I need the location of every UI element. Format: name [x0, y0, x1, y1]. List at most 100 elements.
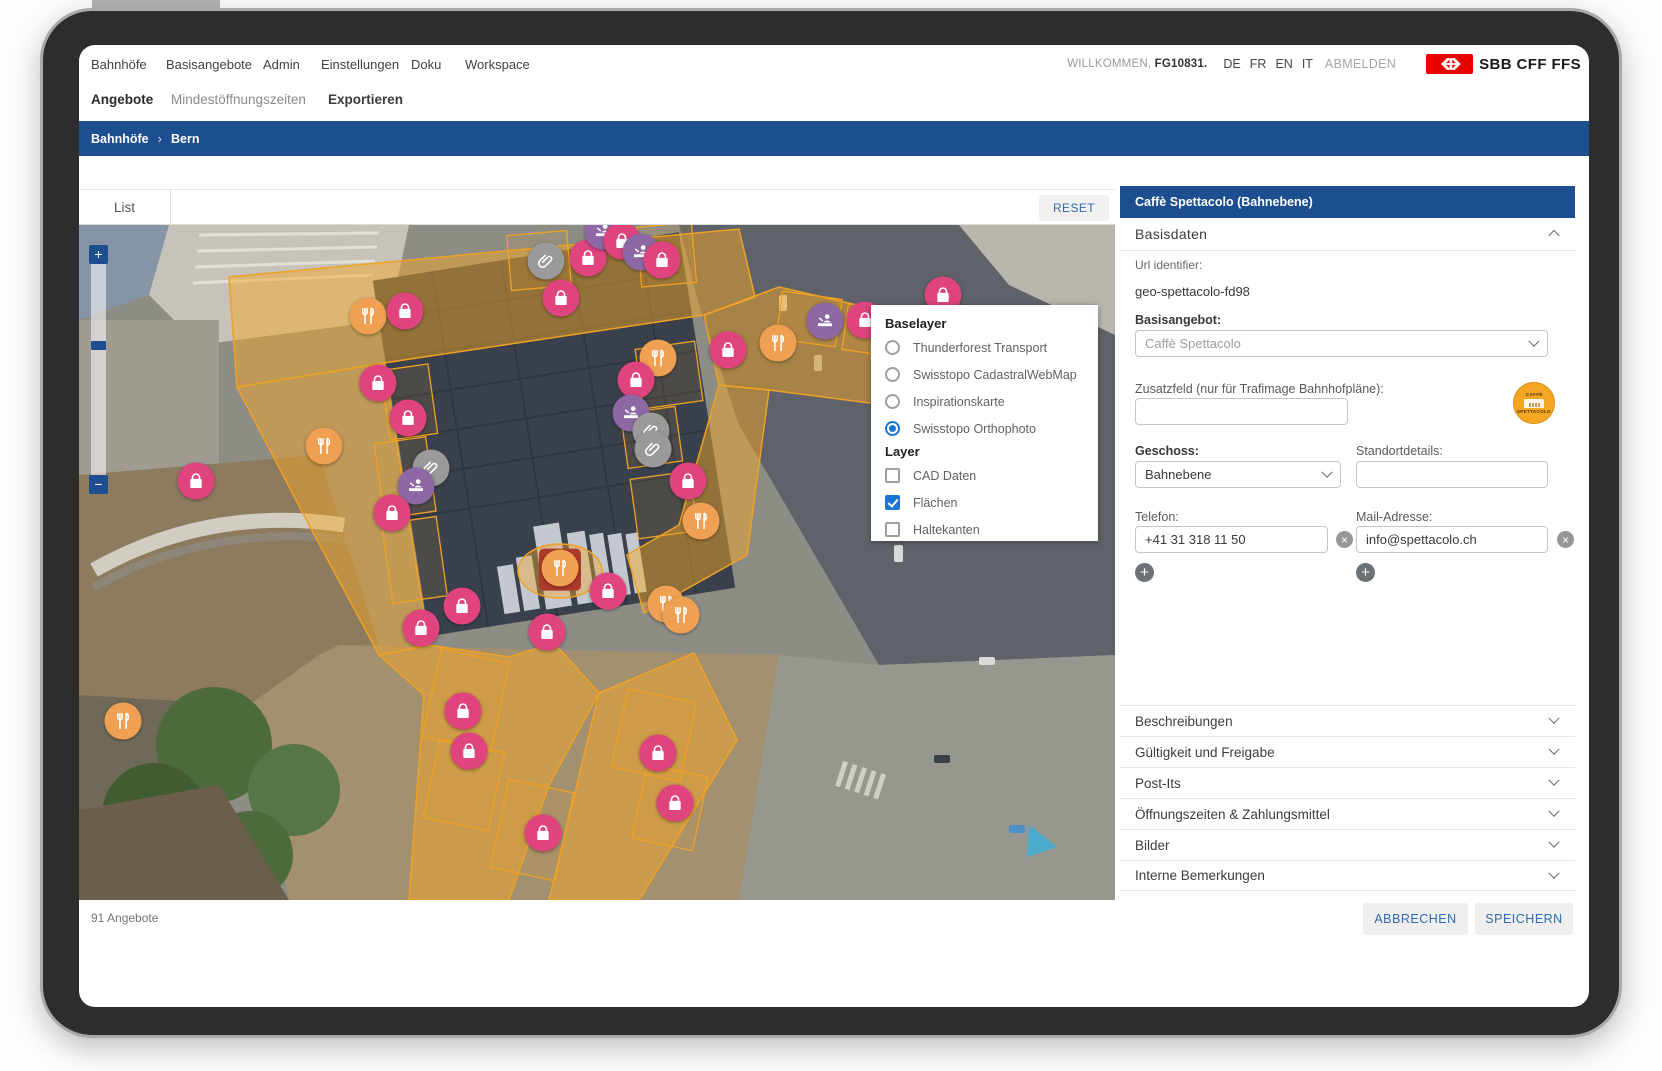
zoom-out-button[interactable]: −	[89, 475, 108, 494]
language-de[interactable]: DE	[1223, 57, 1240, 71]
section-g-ltigkeit-und-freigabe[interactable]: Gültigkeit und Freigabe	[1120, 736, 1575, 767]
geschoss-select[interactable]: Bahnebene	[1135, 461, 1341, 488]
shopping-bag-marker[interactable]	[618, 362, 655, 399]
service-desk-marker[interactable]	[807, 303, 844, 340]
section-beschreibungen[interactable]: Beschreibungen	[1120, 705, 1575, 736]
shopping-bag-marker[interactable]	[670, 463, 707, 500]
section-basisdaten[interactable]: Basisdaten	[1120, 218, 1575, 251]
shopping-bag-marker[interactable]	[390, 400, 427, 437]
checkbox-icon[interactable]	[885, 495, 900, 510]
section-bilder[interactable]: Bilder	[1120, 829, 1575, 860]
nav-item-workspace[interactable]: Workspace	[465, 57, 530, 72]
subnav-item-exportieren[interactable]: Exportieren	[328, 92, 403, 107]
layer-option-cad-daten[interactable]: CAD Daten	[885, 462, 1088, 489]
paperclip-marker[interactable]	[635, 431, 672, 468]
restaurant-marker[interactable]	[683, 503, 720, 540]
mail-clear-button[interactable]: ×	[1557, 531, 1574, 548]
logout-link[interactable]: ABMELDEN	[1325, 57, 1396, 71]
radio-icon[interactable]	[885, 394, 900, 409]
shopping-bag-marker[interactable]	[374, 495, 411, 532]
shopping-bag-marker[interactable]	[360, 365, 397, 402]
checkbox-icon[interactable]	[885, 468, 900, 483]
restaurant-marker[interactable]	[350, 298, 387, 335]
basisangebot-select[interactable]: Caffè Spettacolo	[1135, 330, 1548, 357]
subnav-item-mindest-ffnungszeiten[interactable]: Mindestöffnungszeiten	[171, 92, 306, 107]
shopping-bag-marker[interactable]	[710, 332, 747, 369]
section-ffnungszeiten-zahlungsmittel[interactable]: Öffnungszeiten & Zahlungsmittel	[1120, 798, 1575, 829]
username: FG10831.	[1155, 58, 1208, 70]
chevron-up-icon	[1548, 230, 1559, 241]
nav-item-bahnh-fe[interactable]: Bahnhöfe	[91, 57, 147, 72]
nav-item-doku[interactable]: Doku	[411, 57, 441, 72]
radio-icon[interactable]	[885, 340, 900, 355]
baselayer-option-swisstopo-cadastralwebmap[interactable]: Swisstopo CadastralWebMap	[885, 361, 1088, 388]
baselayer-option-thunderforest-transport[interactable]: Thunderforest Transport	[885, 334, 1088, 361]
baselayer-option-label: Thunderforest Transport	[913, 341, 1047, 355]
chevron-down-icon	[1548, 713, 1559, 724]
restaurant-marker[interactable]	[306, 428, 343, 465]
cancel-button[interactable]: ABBRECHEN	[1363, 903, 1468, 935]
save-button[interactable]: SPEICHERN	[1475, 903, 1573, 935]
shopping-bag-marker[interactable]	[644, 242, 681, 279]
section-label: Bilder	[1135, 838, 1170, 853]
shopping-bag-marker[interactable]	[403, 610, 440, 647]
checkbox-icon[interactable]	[885, 522, 900, 537]
language-fr[interactable]: FR	[1250, 57, 1267, 71]
language-en[interactable]: EN	[1275, 57, 1292, 71]
zoom-slider-track[interactable]	[91, 247, 106, 475]
baselayer-option-inspirationskarte[interactable]: Inspirationskarte	[885, 388, 1088, 415]
mail-add-button[interactable]: +	[1356, 563, 1375, 582]
shopping-bag-icon	[652, 250, 673, 271]
tab-list[interactable]: List	[79, 190, 171, 224]
layer-option-fl-chen[interactable]: Flächen	[885, 489, 1088, 516]
mail-input[interactable]	[1356, 526, 1548, 553]
restaurant-marker[interactable]	[760, 325, 797, 362]
paperclip-marker[interactable]	[528, 243, 565, 280]
shopping-bag-marker[interactable]	[451, 733, 488, 770]
zoom-in-button[interactable]: +	[89, 245, 108, 264]
radio-icon[interactable]	[885, 421, 900, 436]
zusatzfeld-input[interactable]	[1135, 398, 1348, 425]
service-desk-icon	[815, 311, 836, 332]
shopping-bag-marker[interactable]	[657, 785, 694, 822]
shopping-bag-marker[interactable]	[525, 815, 562, 852]
telefon-clear-button[interactable]: ×	[1336, 531, 1353, 548]
zoom-slider-handle[interactable]	[91, 341, 106, 350]
standortdetails-input[interactable]	[1356, 461, 1548, 488]
reset-button[interactable]: RESET	[1039, 195, 1109, 221]
shopping-bag-marker[interactable]	[387, 293, 424, 330]
shopping-bag-icon	[453, 701, 474, 722]
shopping-bag-icon	[411, 618, 432, 639]
breadcrumb-current: Bern	[171, 132, 199, 146]
telefon-input[interactable]	[1135, 526, 1328, 553]
radio-icon[interactable]	[885, 367, 900, 382]
basisangebot-label: Basisangebot:	[1135, 313, 1221, 327]
layer-option-label: CAD Daten	[913, 469, 976, 483]
layer-option-haltekanten[interactable]: Haltekanten	[885, 516, 1088, 543]
section-post-its[interactable]: Post-Its	[1120, 767, 1575, 798]
section-interne-bemerkungen[interactable]: Interne Bemerkungen	[1120, 860, 1575, 891]
language-it[interactable]: IT	[1302, 57, 1313, 71]
detail-panel: Caffè Spettacolo (Bahnebene) Basisdaten …	[1120, 186, 1575, 935]
subnav-item-angebote[interactable]: Angebote	[91, 92, 153, 107]
shopping-bag-marker[interactable]	[590, 573, 627, 610]
shopping-bag-marker[interactable]	[640, 735, 677, 772]
breadcrumb-root[interactable]: Bahnhöfe	[91, 132, 149, 146]
shopping-bag-icon	[537, 622, 558, 643]
shopping-bag-marker[interactable]	[543, 280, 580, 317]
shopping-bag-marker[interactable]	[178, 463, 215, 500]
nav-item-basisangebote[interactable]: Basisangebote	[166, 57, 252, 72]
shopping-bag-marker[interactable]	[529, 614, 566, 651]
nav-item-admin[interactable]: Admin	[263, 57, 300, 72]
nav-item-einstellungen[interactable]: Einstellungen	[321, 57, 399, 72]
shopping-bag-marker[interactable]	[444, 588, 481, 625]
baselayer-option-swisstopo-orthophoto[interactable]: Swisstopo Orthophoto	[885, 415, 1088, 442]
map-canvas[interactable]: + − Baselayer Thunderforest TransportSwi…	[79, 225, 1115, 900]
telefon-add-button[interactable]: +	[1135, 563, 1154, 582]
shopping-bag-icon	[533, 823, 554, 844]
shopping-bag-marker[interactable]	[445, 693, 482, 730]
restaurant-marker[interactable]	[105, 703, 142, 740]
restaurant-marker-selected[interactable]	[542, 550, 579, 587]
header-right: WILLKOMMEN, FG10831. DEFRENIT ABMELDEN S…	[1067, 45, 1581, 83]
restaurant-marker[interactable]	[663, 597, 700, 634]
